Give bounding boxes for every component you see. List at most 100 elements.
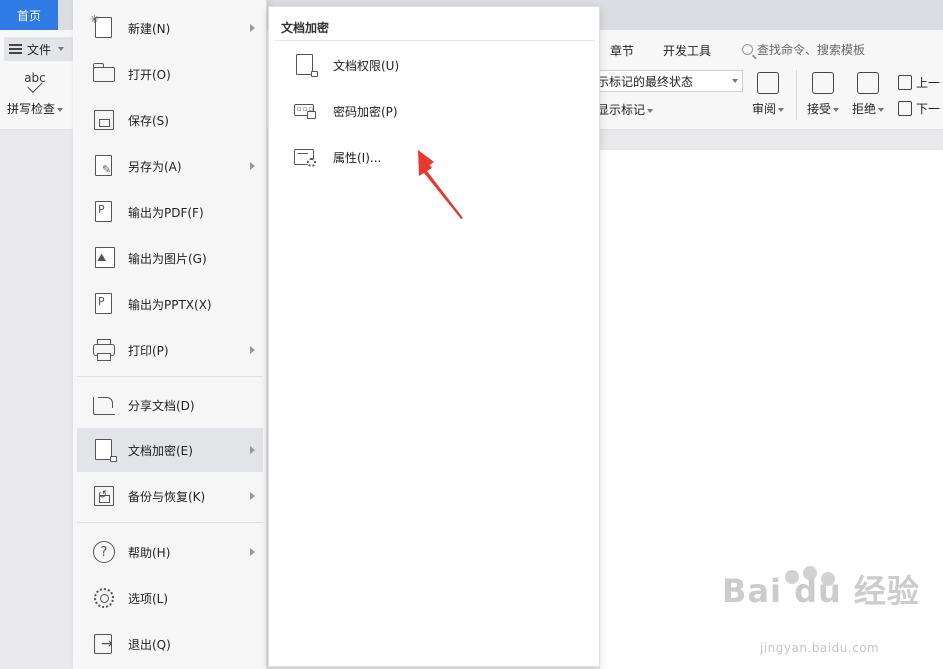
new-doc-icon: ✳ [90,14,116,40]
menu-item-share[interactable]: 分享文档(D) [77,383,263,427]
menu-item-new[interactable]: ✳ 新建(N) [77,6,263,50]
previous-change-button[interactable]: 上一 [898,74,940,91]
menu-item-print[interactable]: 打印(P) [77,328,263,372]
spell-check-button[interactable]: abc 拼写检查 [4,72,66,117]
chevron-down-icon [57,107,63,112]
help-icon: ? [92,540,116,564]
watermark-logo: Bai du 经验 [722,572,920,610]
reject-button[interactable]: 拒绝 [852,72,885,117]
hamburger-icon [9,44,22,54]
next-change-button[interactable]: 下一 [898,100,940,117]
menu-item-label: 打印(P) [128,343,169,358]
spell-check-label: 拼写检查 [6,102,55,116]
submenu-item-label: 文档权限(U) [333,58,400,73]
file-menu: ✳ 新建(N) 打开(O) 保存(S) ✎ 另存为(A) P 输出为PDF(F)… [73,0,267,669]
next-label: 下一 [916,102,941,116]
encrypt-icon [92,438,117,462]
menu-item-label: 保存(S) [128,113,169,128]
tab-home[interactable]: 首页 [0,0,58,30]
ribbon-divider [796,70,797,120]
menu-item-exit[interactable]: 退出(Q) [77,622,263,666]
encrypt-submenu: 文档加密 文档权限(U) ▫▫▫ 密码加密(P) 属性(I)... [268,6,600,667]
command-search[interactable]: 查找命令、搜索模板 [742,41,865,58]
review-button[interactable]: 审阅 [752,72,785,117]
chevron-down-icon [833,107,840,112]
chevron-right-icon [250,446,255,454]
submenu-item-password[interactable]: ▫▫▫ 密码加密(P) [293,91,573,131]
gear-icon [92,586,116,610]
accept-label: 接受 [807,102,832,116]
chevron-right-icon [250,548,255,556]
annotation-arrow-icon [418,150,463,219]
chevron-right-icon [250,24,255,32]
submenu-item-permission[interactable]: 文档权限(U) [293,45,573,85]
file-menu-button[interactable]: 文件 [4,37,74,61]
submenu-item-label: 密码加密(P) [333,104,398,119]
menu-item-export-pdf[interactable]: P 输出为PDF(F) [77,190,263,234]
menu-item-label: 打开(O) [128,67,171,82]
menu-item-encrypt[interactable]: 文档加密(E) [77,428,263,472]
menu-item-backup[interactable]: ↺ 备份与恢复(K) [77,474,263,518]
menu-item-save-as[interactable]: ✎ 另存为(A) [77,144,263,188]
save-icon [92,108,116,132]
chevron-right-icon [250,162,255,170]
password-lock-icon: ▫▫▫ [293,99,317,123]
chevron-down-icon [732,79,738,83]
markup-display-value: 示标记的最终状态 [597,74,694,89]
accept-icon [812,72,834,94]
watermark-url: jingyan.baidu.com [760,641,880,655]
chevron-right-icon [250,492,255,500]
search-placeholder: 查找命令、搜索模板 [757,43,866,57]
menu-item-options[interactable]: 选项(L) [77,576,263,620]
submenu-item-label: 属性(I)... [333,150,382,165]
next-icon [898,101,912,116]
menu-item-help[interactable]: ? 帮助(H) [77,530,263,574]
menu-item-save[interactable]: 保存(S) [77,98,263,142]
properties-icon [293,145,317,169]
chevron-right-icon [250,346,255,354]
image-icon: ⛰ [92,246,116,270]
chevron-down-icon [647,108,654,113]
review-icon [757,72,779,94]
menu-divider [77,522,263,523]
chevron-down-icon [58,47,65,51]
menu-item-export-image[interactable]: ⛰ 输出为图片(G) [77,236,263,280]
search-icon [742,44,753,55]
menu-item-open[interactable]: 打开(O) [77,52,263,96]
menu-item-label: 退出(Q) [128,637,171,652]
menu-item-label: 备份与恢复(K) [128,489,206,504]
menu-item-label: 分享文档(D) [128,398,195,413]
review-label: 审阅 [752,102,777,116]
backup-icon: ↺ [92,484,116,508]
menu-item-label: 输出为PDF(F) [128,205,204,220]
printer-icon [92,338,116,362]
exit-icon [92,632,116,656]
submenu-divider [275,40,595,41]
pdf-icon: P [92,200,116,224]
reject-icon [857,72,879,94]
show-markup-label: 显示标记 [597,103,646,117]
pptx-icon: P [92,292,116,316]
file-menu-label: 文件 [27,42,52,57]
show-markup-button[interactable]: 显示标记 [597,101,654,118]
tab-section[interactable]: 章节 [610,42,634,59]
menu-item-label: 新建(N) [128,21,171,36]
share-icon [92,393,116,417]
menu-item-label: 选项(L) [128,591,169,606]
markup-display-select[interactable]: 示标记的最终状态 [590,70,743,92]
previous-icon [898,75,912,90]
accept-button[interactable]: 接受 [807,72,840,117]
folder-icon [92,62,116,86]
submenu-title: 文档加密 [281,21,330,35]
menu-item-label: 输出为PPTX(X) [128,297,212,312]
reject-label: 拒绝 [852,102,877,116]
save-as-icon: ✎ [92,154,116,178]
chevron-down-icon [878,107,885,112]
menu-item-export-pptx[interactable]: P 输出为PPTX(X) [77,282,263,326]
previous-label: 上一 [916,76,941,90]
doc-permission-icon [293,53,318,77]
tab-developer[interactable]: 开发工具 [663,42,711,59]
menu-item-label: 另存为(A) [128,159,182,174]
menu-item-label: 输出为图片(G) [128,251,207,266]
menu-item-label: 帮助(H) [128,545,171,560]
